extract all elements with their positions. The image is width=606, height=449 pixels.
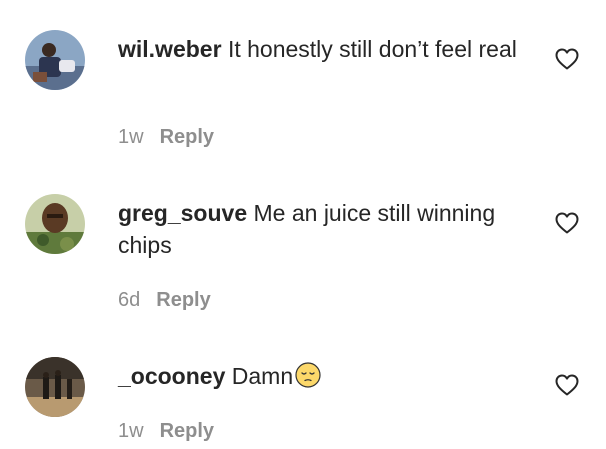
comment-username[interactable]: wil.weber [118, 36, 222, 62]
user-avatar[interactable] [25, 357, 85, 417]
reply-button[interactable]: Reply [156, 289, 210, 311]
comment-text-block: wil.weber It honestly still don’t feel r… [118, 33, 538, 65]
comment-body: It honestly still don’t feel real [227, 36, 517, 62]
comment-item: wil.weber It honestly still don’t feel r… [0, 0, 606, 160]
comment-item: _ocooney Damn 1w Reply [0, 320, 606, 449]
comment-item: greg_souve Me an juice still winning chi… [0, 160, 606, 320]
comment-text-block: greg_souve Me an juice still winning chi… [118, 197, 538, 261]
heart-outline-icon[interactable] [555, 48, 579, 70]
comment-text-block: _ocooney Damn [118, 360, 538, 392]
comment-username[interactable]: greg_souve [118, 200, 247, 226]
comment-meta: 1w Reply [118, 420, 214, 443]
comment-timestamp: 1w [118, 126, 144, 148]
heart-outline-icon[interactable] [555, 212, 579, 234]
pensive-face-emoji [295, 362, 321, 388]
reply-button[interactable]: Reply [160, 420, 214, 442]
heart-outline-icon[interactable] [555, 374, 579, 396]
user-avatar[interactable] [25, 194, 85, 254]
comment-meta: 1w Reply [118, 126, 214, 149]
reply-button[interactable]: Reply [160, 126, 214, 148]
comment-timestamp: 1w [118, 420, 144, 442]
comment-username[interactable]: _ocooney [118, 363, 225, 389]
comment-timestamp: 6d [118, 289, 141, 311]
comment-body: Damn [231, 363, 294, 389]
user-avatar[interactable] [25, 30, 85, 90]
comment-meta: 6d Reply [118, 289, 211, 312]
